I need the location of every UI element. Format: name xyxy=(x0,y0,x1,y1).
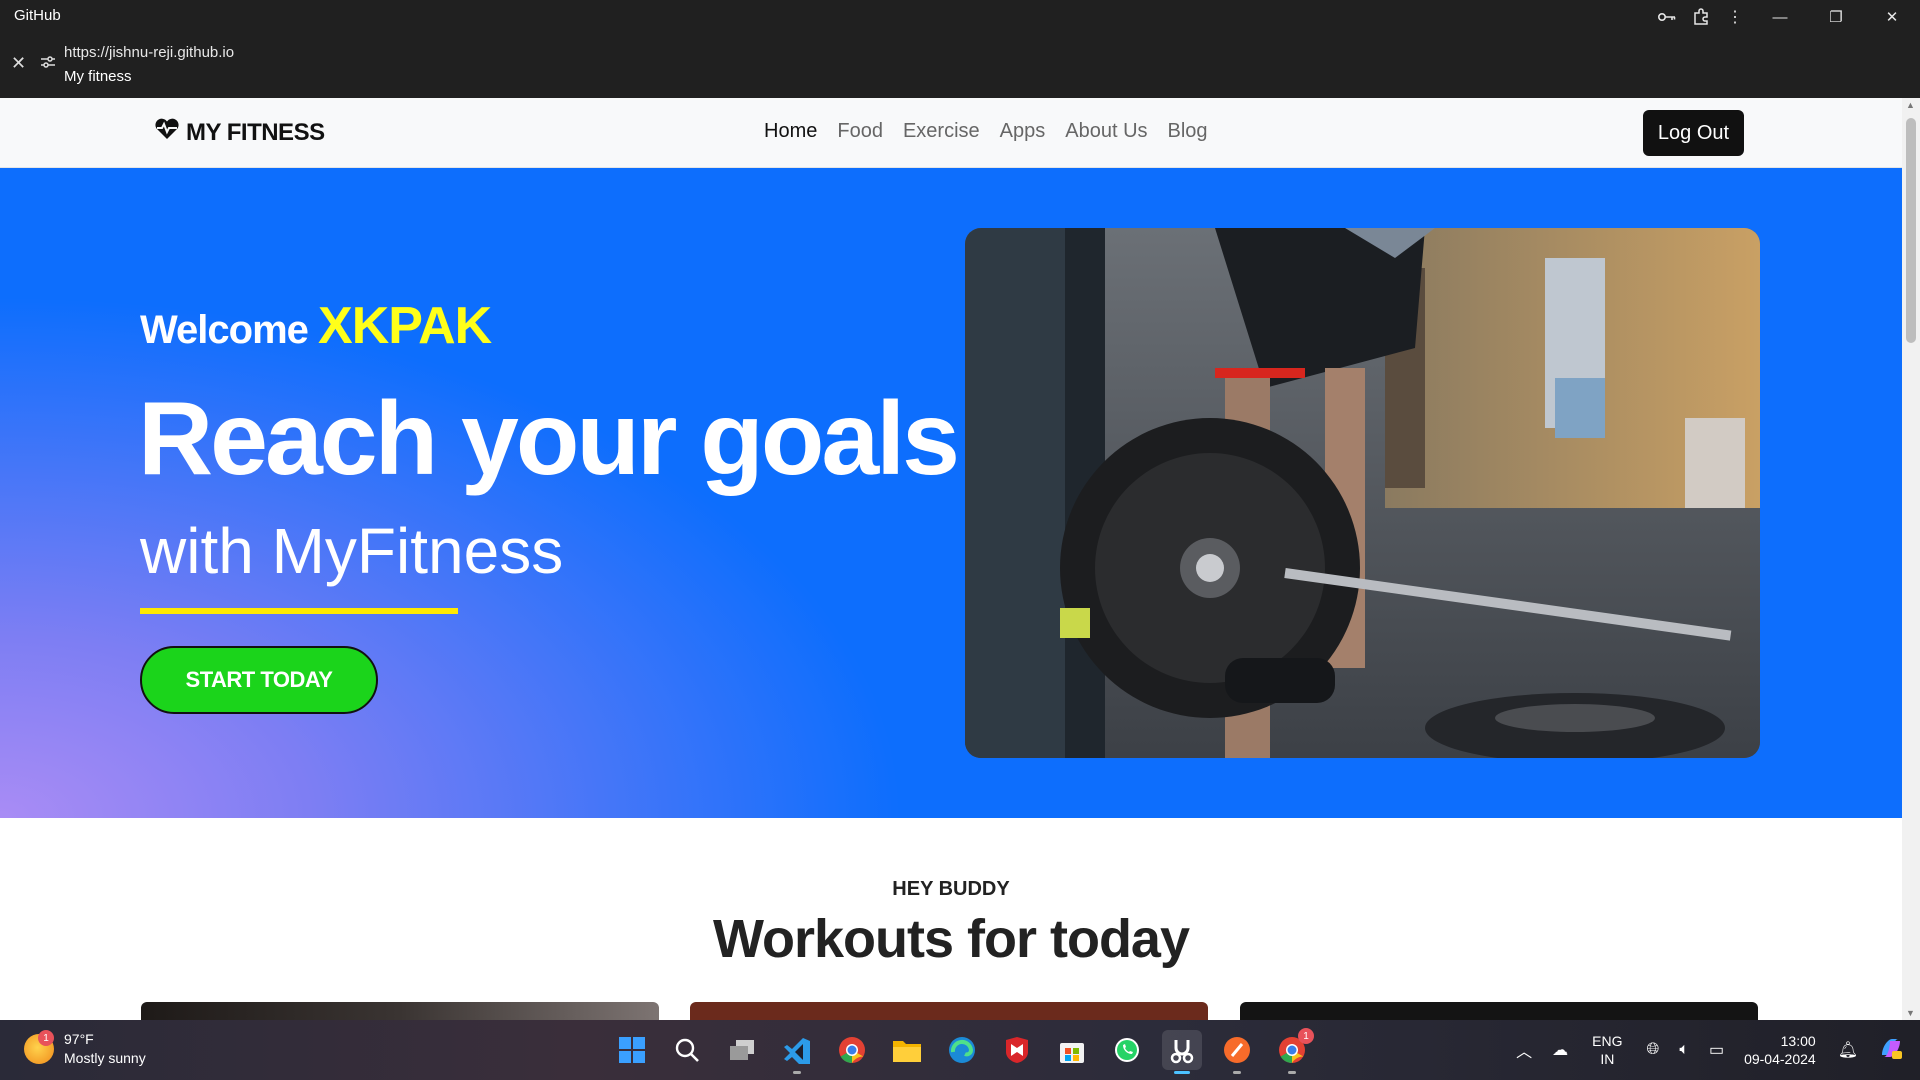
window-controls: ⋮ — ❐ ✕ xyxy=(1650,0,1920,34)
copilot-icon[interactable] xyxy=(1878,1035,1904,1066)
battery-icon[interactable]: ▭ xyxy=(1709,1040,1724,1060)
taskbar-apps: 1 xyxy=(612,1028,1314,1074)
nav-link-food[interactable]: Food xyxy=(837,120,883,143)
brand-name: MY FITNESS xyxy=(186,118,325,146)
section-title: Workouts for today xyxy=(712,909,1190,969)
taskbar: 1 97°F Mostly sunny 1 ︿ ☁ ENG IN 🌐︎ 🔈︎ ▭… xyxy=(0,1020,1920,1080)
workout-card[interactable] xyxy=(141,1002,659,1020)
mcafee-icon[interactable] xyxy=(997,1030,1037,1070)
notification-bell-icon[interactable]: 🔔︎ xyxy=(1838,1040,1858,1060)
browser-chrome: GitHub ⋮ — ❐ ✕ ✕ https://jishnu-reji.git… xyxy=(0,0,1920,98)
close-window-icon[interactable]: ✕ xyxy=(1864,0,1920,34)
nav-link-about-us[interactable]: About Us xyxy=(1065,120,1147,143)
system-tray: ︿ ☁ ENG IN 🌐︎ 🔈︎ ▭ 13:00 09-04-2024 🔔︎ xyxy=(1506,1020,1920,1080)
chrome-badge: 1 xyxy=(1298,1028,1314,1044)
file-explorer-icon[interactable] xyxy=(887,1030,927,1070)
welcome-text: Welcome xyxy=(140,308,309,352)
section-eyebrow: HEY BUDDY xyxy=(892,878,1010,900)
page-viewport: MY FITNESS Home Food Exercise Apps About… xyxy=(0,98,1920,1020)
cloud-offline-icon[interactable]: ☁ xyxy=(1552,1040,1568,1060)
workout-card[interactable] xyxy=(690,1002,1208,1020)
minimize-icon[interactable]: — xyxy=(1752,0,1808,34)
nav-link-apps[interactable]: Apps xyxy=(1000,120,1046,143)
welcome-heading: Welcome XKPAK xyxy=(140,296,492,356)
nav-link-home[interactable]: Home xyxy=(764,120,817,143)
clock-time: 13:00 xyxy=(1780,1033,1816,1049)
nav-links: Home Food Exercise Apps About Us Blog xyxy=(764,120,1208,143)
restore-icon[interactable]: ❐ xyxy=(1808,0,1864,34)
paint-icon[interactable] xyxy=(1217,1030,1257,1074)
more-menu-icon[interactable]: ⋮ xyxy=(1718,0,1752,34)
scroll-up-arrow[interactable]: ▲ xyxy=(1906,100,1915,110)
page-scrollbar[interactable]: ▲ ▼ xyxy=(1902,98,1920,1020)
chrome-profile-icon[interactable]: 1 xyxy=(1272,1028,1314,1074)
search-icon[interactable] xyxy=(667,1030,707,1070)
workout-card[interactable] xyxy=(1240,1002,1758,1020)
sun-icon: 1 xyxy=(24,1030,54,1064)
chevron-up-icon[interactable]: ︿ xyxy=(1516,1038,1532,1062)
lang-top: ENG xyxy=(1592,1033,1623,1049)
hero-underline xyxy=(140,608,458,614)
weather-desc: Mostly sunny xyxy=(64,1050,146,1066)
windows-start-icon[interactable] xyxy=(612,1030,652,1070)
snipping-tool-icon[interactable] xyxy=(1162,1030,1202,1074)
whatsapp-icon[interactable] xyxy=(1107,1030,1147,1070)
chrome-icon[interactable] xyxy=(832,1030,872,1070)
globe-icon[interactable]: 🌐︎ xyxy=(1647,1041,1660,1059)
edge-icon[interactable] xyxy=(942,1030,982,1070)
start-today-button[interactable]: START TODAY xyxy=(140,646,378,714)
username: XKPAK xyxy=(318,297,492,355)
weather-badge: 1 xyxy=(38,1030,54,1046)
task-view-icon[interactable] xyxy=(722,1030,762,1070)
extensions-icon[interactable] xyxy=(1684,0,1718,34)
navbar: MY FITNESS Home Food Exercise Apps About… xyxy=(0,98,1902,168)
heart-pulse-icon xyxy=(154,118,180,147)
hero-subline: with MyFitness xyxy=(140,515,564,587)
nav-link-blog[interactable]: Blog xyxy=(1168,120,1208,143)
vscode-icon[interactable] xyxy=(777,1030,817,1074)
clock-date: 09-04-2024 xyxy=(1744,1051,1816,1067)
clock[interactable]: 13:00 09-04-2024 xyxy=(1744,1032,1816,1068)
nav-link-exercise[interactable]: Exercise xyxy=(903,120,980,143)
scrollbar-thumb[interactable] xyxy=(1906,118,1916,343)
brand-logo[interactable]: MY FITNESS xyxy=(154,118,325,147)
hero-section: Welcome XKPAK Reach your goals with MyFi… xyxy=(0,168,1902,818)
weather-temp: 97°F xyxy=(64,1031,94,1047)
gym-photo xyxy=(965,228,1760,758)
logout-button[interactable]: Log Out xyxy=(1643,110,1744,156)
volume-icon[interactable]: 🔈︎ xyxy=(1679,1041,1689,1059)
microsoft-store-icon[interactable] xyxy=(1052,1030,1092,1070)
hero-headline: Reach your goals xyxy=(138,381,960,497)
weather-widget[interactable]: 1 97°F Mostly sunny xyxy=(24,1030,146,1068)
scroll-down-arrow[interactable]: ▼ xyxy=(1906,1008,1915,1018)
page-title: My fitness xyxy=(64,68,132,85)
site-settings-icon[interactable] xyxy=(40,55,56,72)
language-indicator[interactable]: ENG IN xyxy=(1592,1032,1622,1068)
lang-bottom: IN xyxy=(1600,1051,1615,1067)
url-text[interactable]: https://jishnu-reji.github.io xyxy=(64,44,234,61)
app-title: GitHub xyxy=(14,7,61,24)
close-icon[interactable]: ✕ xyxy=(11,53,26,74)
key-icon[interactable] xyxy=(1650,0,1684,34)
